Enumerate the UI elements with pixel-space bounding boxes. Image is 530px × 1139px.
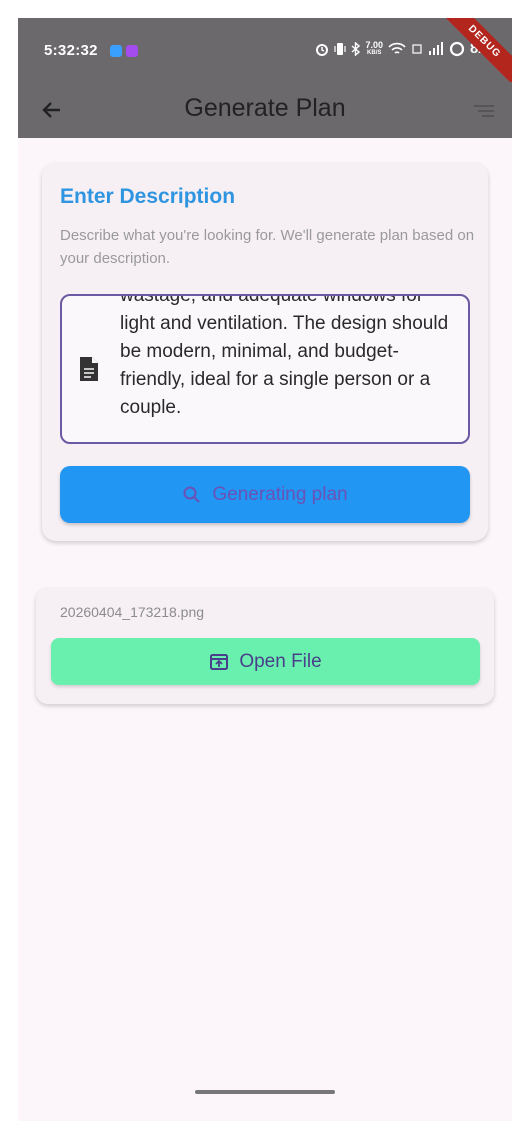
- status-time: 5:32:32: [44, 42, 98, 59]
- status-bar: 5:32:32 7.00 KB/S 82% DEBUG: [18, 18, 512, 92]
- vibrate-icon: [334, 42, 347, 55]
- wifi-icon: [388, 42, 406, 54]
- volte-icon: [412, 43, 422, 54]
- file-card: 20260404_173218.png Open File: [36, 588, 494, 704]
- open-file-label: Open File: [239, 650, 322, 672]
- file-name: 20260404_173218.png: [60, 604, 205, 620]
- open-file-button[interactable]: Open File: [51, 638, 480, 685]
- description-input[interactable]: wastage, and adequate windows for light …: [60, 294, 470, 444]
- bluetooth-icon: [351, 41, 361, 56]
- network-speed: 7.00 KB/S: [365, 39, 383, 56]
- alarm-icon: [316, 43, 329, 56]
- app-notification-icon: [110, 45, 122, 57]
- app-bar: Generate Plan: [18, 82, 512, 138]
- open-in-new-icon: [210, 653, 229, 670]
- phone-screen: 5:32:32 7.00 KB/S 82% DEBUG Generate Pla…: [18, 18, 512, 1121]
- sort-menu-icon[interactable]: [472, 100, 496, 122]
- app-notification-icon: [126, 45, 138, 57]
- battery-icon: [449, 41, 465, 56]
- page-title: Generate Plan: [184, 94, 346, 122]
- generate-button-label: Generating plan: [212, 483, 348, 505]
- description-card: Enter Description Describe what you're l…: [42, 163, 488, 541]
- signal-icon: [428, 41, 443, 55]
- search-icon: [183, 486, 201, 503]
- description-text: wastage, and adequate windows for light …: [120, 294, 449, 418]
- card-title: Enter Description: [60, 185, 236, 208]
- card-subtitle: Describe what you're looking for. We'll …: [60, 227, 475, 267]
- generate-plan-button[interactable]: Generating plan: [60, 466, 470, 523]
- document-icon: [80, 357, 98, 381]
- home-indicator[interactable]: [195, 1090, 335, 1094]
